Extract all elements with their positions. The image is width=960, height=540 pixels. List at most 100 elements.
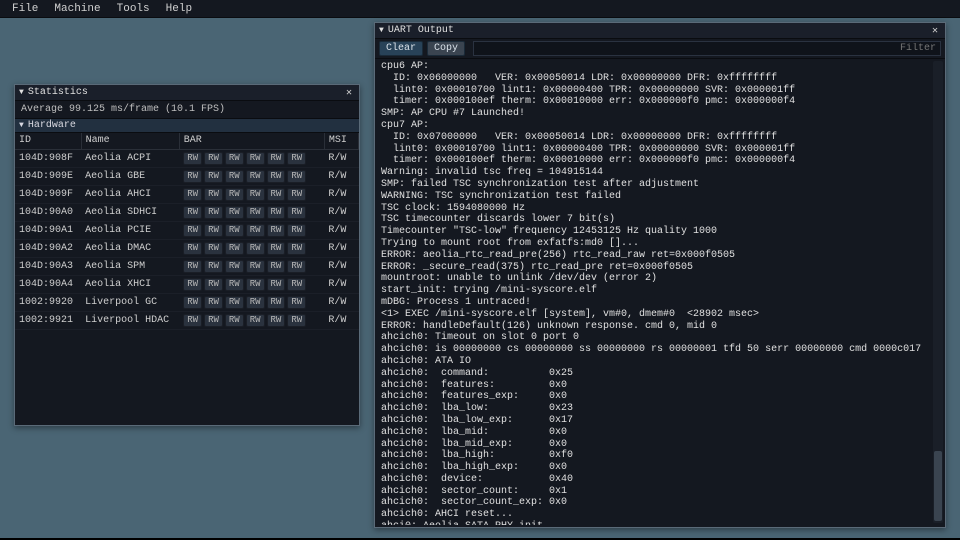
- rw-button[interactable]: RW: [183, 296, 202, 309]
- rw-button[interactable]: RW: [225, 206, 244, 219]
- rw-button[interactable]: RW: [183, 314, 202, 327]
- rw-button[interactable]: RW: [287, 242, 306, 255]
- rw-button[interactable]: RW: [246, 224, 265, 237]
- hardware-table: ID Name BAR MSI 104D:908FAeolia ACPIRWRW…: [15, 133, 359, 330]
- rw-button[interactable]: RW: [204, 152, 223, 165]
- col-id[interactable]: ID: [15, 133, 81, 150]
- rw-button[interactable]: RW: [287, 260, 306, 273]
- rw-button[interactable]: RW: [225, 188, 244, 201]
- rw-button[interactable]: RW: [287, 152, 306, 165]
- collapse-icon: ▼: [19, 121, 24, 130]
- rw-button[interactable]: RW: [183, 206, 202, 219]
- rw-button[interactable]: RW: [204, 170, 223, 183]
- msi-cell[interactable]: R/W: [324, 168, 358, 186]
- rw-button[interactable]: RW: [183, 260, 202, 273]
- scrollbar-thumb[interactable]: [934, 451, 942, 521]
- table-row: 104D:90A0Aeolia SDHCIRWRWRWRWRWRWR/W: [15, 204, 359, 222]
- msi-cell[interactable]: R/W: [324, 186, 358, 204]
- rw-button[interactable]: RW: [225, 314, 244, 327]
- rw-button[interactable]: RW: [287, 188, 306, 201]
- menu-help[interactable]: Help: [158, 3, 200, 15]
- rw-button[interactable]: RW: [267, 242, 286, 255]
- col-bar[interactable]: BAR: [179, 133, 324, 150]
- rw-button[interactable]: RW: [246, 260, 265, 273]
- rw-button[interactable]: RW: [183, 188, 202, 201]
- rw-button[interactable]: RW: [287, 278, 306, 291]
- rw-button[interactable]: RW: [204, 206, 223, 219]
- bar-cell: RWRWRWRWRWRW: [179, 240, 324, 258]
- rw-button[interactable]: RW: [246, 314, 265, 327]
- device-name: Aeolia GBE: [81, 168, 179, 186]
- rw-button[interactable]: RW: [183, 278, 202, 291]
- menu-machine[interactable]: Machine: [46, 3, 108, 15]
- rw-button[interactable]: RW: [287, 206, 306, 219]
- rw-button[interactable]: RW: [204, 278, 223, 291]
- copy-button[interactable]: Copy: [427, 41, 465, 56]
- col-msi[interactable]: MSI: [324, 133, 358, 150]
- msi-cell[interactable]: R/W: [324, 222, 358, 240]
- rw-button[interactable]: RW: [246, 206, 265, 219]
- rw-button[interactable]: RW: [225, 260, 244, 273]
- rw-button[interactable]: RW: [183, 152, 202, 165]
- rw-button[interactable]: RW: [267, 260, 286, 273]
- collapse-icon: ▼: [379, 26, 384, 35]
- menu-file[interactable]: File: [4, 3, 46, 15]
- rw-button[interactable]: RW: [246, 170, 265, 183]
- table-row: 104D:908FAeolia ACPIRWRWRWRWRWRWR/W: [15, 150, 359, 168]
- rw-button[interactable]: RW: [267, 152, 286, 165]
- close-icon[interactable]: ✕: [343, 87, 355, 99]
- uart-log[interactable]: cpu6 AP: ID: 0x06000000 VER: 0x00050014 …: [375, 59, 945, 525]
- rw-button[interactable]: RW: [204, 242, 223, 255]
- rw-button[interactable]: RW: [225, 296, 244, 309]
- msi-cell[interactable]: R/W: [324, 294, 358, 312]
- device-name: Liverpool GC: [81, 294, 179, 312]
- rw-button[interactable]: RW: [225, 152, 244, 165]
- rw-button[interactable]: RW: [246, 152, 265, 165]
- bar-cell: RWRWRWRWRWRW: [179, 150, 324, 168]
- close-icon[interactable]: ✕: [929, 25, 941, 37]
- rw-button[interactable]: RW: [204, 224, 223, 237]
- statistics-titlebar[interactable]: ▼ Statistics ✕: [15, 85, 359, 101]
- rw-button[interactable]: RW: [246, 278, 265, 291]
- rw-button[interactable]: RW: [287, 296, 306, 309]
- uart-titlebar[interactable]: ▼ UART Output ✕: [375, 23, 945, 39]
- rw-button[interactable]: RW: [287, 314, 306, 327]
- msi-cell[interactable]: R/W: [324, 258, 358, 276]
- hardware-section-header[interactable]: ▼ Hardware: [15, 118, 359, 133]
- rw-button[interactable]: RW: [183, 224, 202, 237]
- scrollbar[interactable]: [933, 61, 943, 523]
- rw-button[interactable]: RW: [225, 224, 244, 237]
- rw-button[interactable]: RW: [267, 278, 286, 291]
- msi-cell[interactable]: R/W: [324, 150, 358, 168]
- msi-cell[interactable]: R/W: [324, 204, 358, 222]
- rw-button[interactable]: RW: [267, 188, 286, 201]
- rw-button[interactable]: RW: [204, 260, 223, 273]
- table-row: 1002:9920Liverpool GCRWRWRWRWRWRWR/W: [15, 294, 359, 312]
- rw-button[interactable]: RW: [267, 206, 286, 219]
- rw-button[interactable]: RW: [287, 224, 306, 237]
- rw-button[interactable]: RW: [183, 170, 202, 183]
- msi-cell[interactable]: R/W: [324, 276, 358, 294]
- rw-button[interactable]: RW: [204, 188, 223, 201]
- rw-button[interactable]: RW: [183, 242, 202, 255]
- msi-cell[interactable]: R/W: [324, 240, 358, 258]
- rw-button[interactable]: RW: [204, 314, 223, 327]
- rw-button[interactable]: RW: [225, 170, 244, 183]
- rw-button[interactable]: RW: [246, 242, 265, 255]
- col-name[interactable]: Name: [81, 133, 179, 150]
- filter-input[interactable]: [473, 41, 941, 56]
- rw-button[interactable]: RW: [204, 296, 223, 309]
- rw-button[interactable]: RW: [267, 224, 286, 237]
- msi-cell[interactable]: R/W: [324, 312, 358, 330]
- device-id: 104D:909E: [15, 168, 81, 186]
- rw-button[interactable]: RW: [225, 278, 244, 291]
- rw-button[interactable]: RW: [225, 242, 244, 255]
- rw-button[interactable]: RW: [287, 170, 306, 183]
- rw-button[interactable]: RW: [267, 314, 286, 327]
- rw-button[interactable]: RW: [267, 170, 286, 183]
- clear-button[interactable]: Clear: [379, 41, 423, 56]
- rw-button[interactable]: RW: [267, 296, 286, 309]
- rw-button[interactable]: RW: [246, 188, 265, 201]
- rw-button[interactable]: RW: [246, 296, 265, 309]
- menu-tools[interactable]: Tools: [109, 3, 158, 15]
